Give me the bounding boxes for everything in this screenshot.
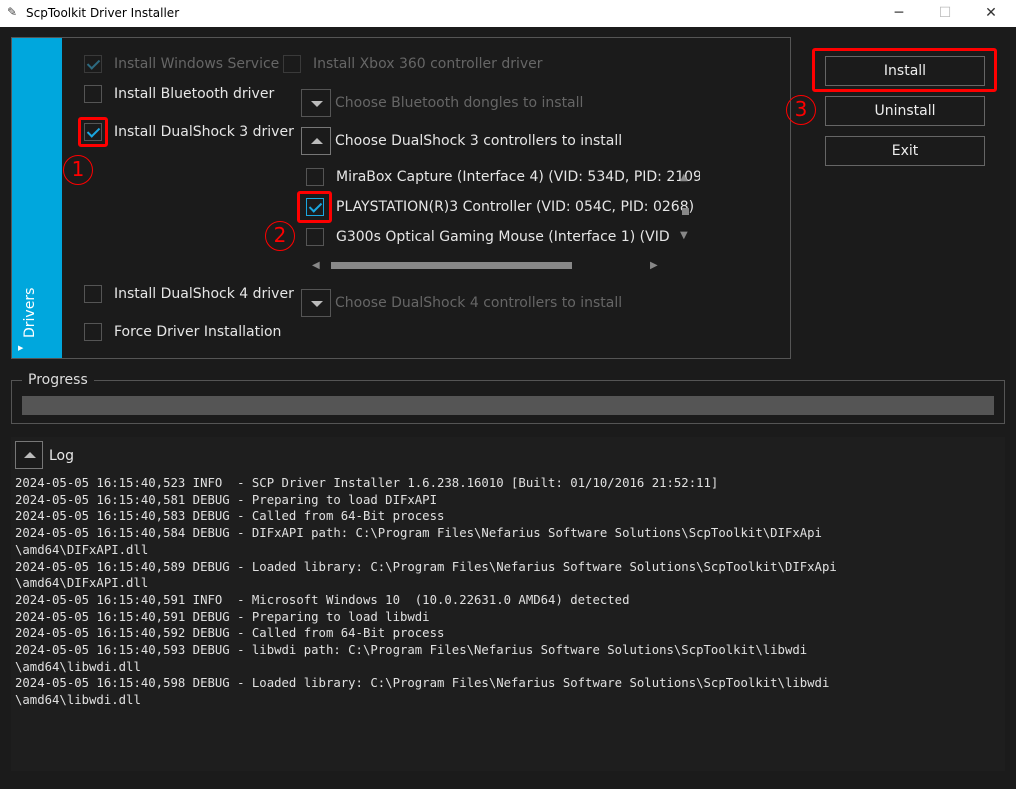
log-output: 2024-05-05 16:15:40,523 INFO - SCP Drive… <box>15 476 837 708</box>
drivers-tab-label: Drivers <box>22 287 38 338</box>
bluetooth-expander-button[interactable] <box>301 89 331 117</box>
exit-button[interactable]: Exit <box>825 136 985 166</box>
progress-group: Progress <box>11 372 1005 424</box>
device-label: G300s Optical Gaming Mouse (Interface 1)… <box>336 229 670 245</box>
force-install-checkbox[interactable] <box>84 323 102 341</box>
scroll-up-icon[interactable]: ▲ <box>680 172 688 183</box>
device-label: PLAYSTATION(R)3 Controller (VID: 054C, P… <box>336 199 695 215</box>
progress-bar <box>22 396 994 415</box>
xbox360-checkbox[interactable] <box>283 55 301 73</box>
device-checkbox[interactable] <box>306 228 324 246</box>
device-checkbox[interactable] <box>306 168 324 186</box>
scroll-down-icon[interactable]: ▼ <box>680 230 688 241</box>
annotation-number-2: 2 <box>265 221 295 251</box>
close-button[interactable]: ✕ <box>968 0 1014 27</box>
ds3-expander-label: Choose DualShock 3 controllers to instal… <box>335 133 623 149</box>
minimize-button[interactable]: ─ <box>876 0 922 27</box>
chevron-down-icon <box>311 101 323 107</box>
bluetooth-checkbox[interactable] <box>84 85 102 103</box>
horizontal-scrollbar-thumb[interactable] <box>331 262 572 269</box>
log-label: Log <box>49 448 75 464</box>
bluetooth-expander-label: Choose Bluetooth dongles to install <box>335 95 584 111</box>
annotation-box-1 <box>78 117 108 147</box>
progress-label: Progress <box>22 372 94 388</box>
xbox360-label: Install Xbox 360 controller driver <box>313 56 543 72</box>
annotation-box-3 <box>812 48 997 92</box>
chevron-up-icon <box>311 138 323 144</box>
windows-service-checkbox[interactable] <box>84 55 102 73</box>
vertical-scrollbar-thumb[interactable] <box>682 208 689 215</box>
annotation-number-1: 1 <box>63 155 93 185</box>
windows-service-label: Install Windows Service <box>114 56 280 72</box>
bluetooth-label: Install Bluetooth driver <box>114 86 275 102</box>
ds3-device-list: MiraBox Capture (Interface 4) (VID: 534D… <box>300 160 700 280</box>
scroll-left-icon[interactable]: ◀ <box>312 260 320 271</box>
ds4-expander-label: Choose DualShock 4 controllers to instal… <box>335 295 623 311</box>
log-panel: Log 2024-05-05 16:15:40,523 INFO - SCP D… <box>11 437 1005 771</box>
force-install-label: Force Driver Installation <box>114 324 282 340</box>
expand-arrow-icon: ▶ <box>18 344 24 352</box>
ds4-label: Install DualShock 4 driver <box>114 286 294 302</box>
uninstall-button[interactable]: Uninstall <box>825 96 985 126</box>
title-bar: ✎ ScpToolkit Driver Installer ─ ☐ ✕ <box>0 0 1016 27</box>
device-label: MiraBox Capture (Interface 4) (VID: 534D… <box>336 169 700 185</box>
ds4-checkbox[interactable] <box>84 285 102 303</box>
scroll-right-icon[interactable]: ▶ <box>650 260 658 271</box>
chevron-up-icon <box>24 452 36 458</box>
ds3-expander-button[interactable] <box>301 127 331 155</box>
log-expander-button[interactable] <box>15 441 43 469</box>
maximize-button[interactable]: ☐ <box>922 0 968 27</box>
ds4-expander-button[interactable] <box>301 289 331 317</box>
chevron-down-icon <box>311 301 323 307</box>
annotation-number-3: 3 <box>786 95 816 125</box>
annotation-box-2 <box>297 191 332 223</box>
window-title: ScpToolkit Driver Installer <box>26 6 180 20</box>
drivers-tab[interactable]: Drivers ▶ <box>12 38 62 358</box>
app-icon: ✎ <box>7 5 18 19</box>
ds3-label: Install DualShock 3 driver <box>114 124 294 140</box>
